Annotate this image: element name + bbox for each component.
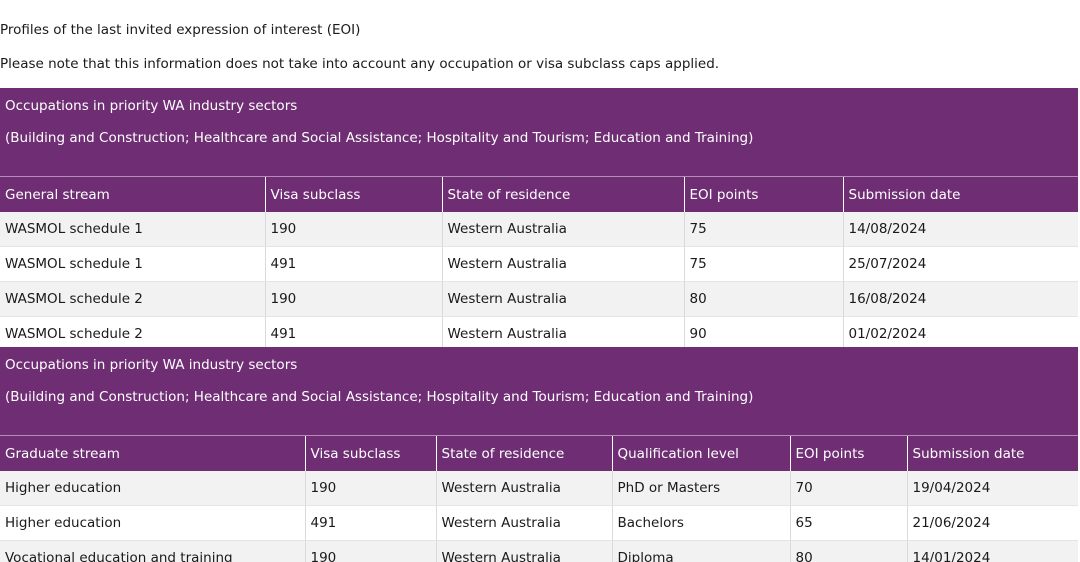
table-cell: Diploma [611,540,790,562]
col-header-submission-date: Submission date [906,435,1079,471]
table-cell: 80 [683,281,843,317]
table-cell: Western Australia [441,212,684,247]
graduate-sector-title: Occupations in priority WA industry sect… [0,347,1079,383]
table-cell: Western Australia [435,505,612,541]
table-cell: 491 [264,246,442,282]
general-stream-table: Occupations in priority WA industry sect… [0,88,1079,352]
col-header-eoi-points: EOI points [789,435,907,471]
table-cell: Western Australia [441,281,684,317]
table-cell: 14/01/2024 [906,540,1079,562]
general-sector-title: Occupations in priority WA industry sect… [0,88,1079,124]
graduate-header-row: Graduate stream Visa subclass State of r… [0,435,1079,471]
table-cell: Higher education [0,505,305,541]
graduate-stream-table: Occupations in priority WA industry sect… [0,347,1079,562]
table-cell: 19/04/2024 [906,471,1079,506]
table-cell: 190 [304,540,436,562]
table-cell: 190 [264,281,442,317]
table-cell: WASMOL schedule 1 [0,212,265,247]
table-row: Vocational education and training 190 We… [0,540,1079,562]
col-header-state-of-residence: State of residence [435,435,612,471]
table-cell: PhD or Masters [611,471,790,506]
graduate-sector-subtitle: (Building and Construction; Healthcare a… [0,383,1079,436]
intro-note: Please note that this information does n… [0,56,720,72]
graduate-sector-title-row: Occupations in priority WA industry sect… [0,347,1079,383]
intro-heading: Profiles of the last invited expression … [0,22,361,38]
graduate-sector-subtitle-row: (Building and Construction; Healthcare a… [0,383,1079,436]
col-header-visa-subclass: Visa subclass [304,435,436,471]
table-cell: Western Australia [435,471,612,506]
col-header-eoi-points: EOI points [683,176,843,212]
col-header-qualification-level: Qualification level [611,435,790,471]
table-cell: 21/06/2024 [906,505,1079,541]
table-row: WASMOL schedule 1 190 Western Australia … [0,212,1079,247]
table-cell: 75 [683,212,843,247]
table-cell: Western Australia [441,246,684,282]
table-cell: 80 [789,540,907,562]
table-cell: 65 [789,505,907,541]
table-cell: Western Australia [435,540,612,562]
general-table-body: WASMOL schedule 1 190 Western Australia … [0,212,1079,352]
table-row: Higher education 491 Western Australia B… [0,505,1079,541]
col-header-state-of-residence: State of residence [441,176,684,212]
table-cell: Vocational education and training [0,540,305,562]
general-header-row: General stream Visa subclass State of re… [0,176,1079,212]
table-cell: 14/08/2024 [842,212,1079,247]
general-sector-subtitle: (Building and Construction; Healthcare a… [0,124,1079,177]
table-cell: Higher education [0,471,305,506]
page: Profiles of the last invited expression … [0,0,1080,562]
col-header-visa-subclass: Visa subclass [264,176,442,212]
general-sector-subtitle-row: (Building and Construction; Healthcare a… [0,124,1079,177]
table-row: WASMOL schedule 2 190 Western Australia … [0,281,1079,317]
general-sector-title-row: Occupations in priority WA industry sect… [0,88,1079,124]
table-cell: 491 [304,505,436,541]
col-header-submission-date: Submission date [842,176,1079,212]
table-cell: Bachelors [611,505,790,541]
table-cell: 75 [683,246,843,282]
table-cell: 25/07/2024 [842,246,1079,282]
table-cell: 70 [789,471,907,506]
table-cell: WASMOL schedule 2 [0,281,265,317]
table-cell: 16/08/2024 [842,281,1079,317]
col-header-graduate-stream: Graduate stream [0,435,305,471]
table-row: Higher education 190 Western Australia P… [0,471,1079,506]
table-row: WASMOL schedule 1 491 Western Australia … [0,246,1079,282]
table-cell: 190 [264,212,442,247]
table-cell: WASMOL schedule 1 [0,246,265,282]
col-header-general-stream: General stream [0,176,265,212]
table-cell: 190 [304,471,436,506]
graduate-table-body: Higher education 190 Western Australia P… [0,471,1079,562]
